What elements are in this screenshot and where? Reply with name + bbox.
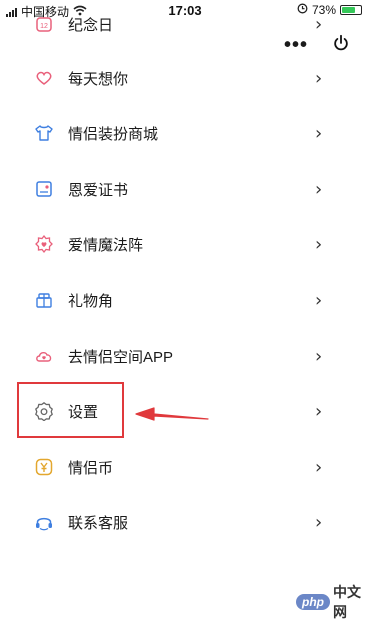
menu-item-couple-coins[interactable]: 情侣币 › — [0, 447, 370, 487]
menu-item-outfit-shop[interactable]: 情侣装扮商城 › — [0, 113, 370, 153]
menu-item-love-magic[interactable]: 爱情魔法阵 › — [0, 224, 370, 264]
certificate-icon — [36, 181, 52, 197]
yen-coin-icon — [35, 458, 53, 476]
menu-item-miss-you[interactable]: 每天想你 › — [0, 58, 370, 98]
menu-item-label: 去情侣空间APP — [68, 348, 174, 366]
highlight-box — [17, 382, 124, 438]
chevron-right-icon: › — [315, 67, 323, 89]
gear-heart-icon — [35, 234, 53, 254]
chevron-right-icon: › — [315, 345, 323, 367]
chevron-right-icon: › — [315, 122, 323, 144]
watermark: php 中文网 — [296, 582, 370, 622]
menu-item-label: 每天想你 — [68, 70, 129, 88]
calendar-icon: 12 — [36, 17, 52, 32]
chevron-right-icon: › — [315, 233, 323, 255]
menu-item-label: 纪念日 — [68, 16, 114, 34]
chevron-right-icon: › — [315, 289, 323, 311]
menu-item-label: 情侣装扮商城 — [68, 125, 159, 143]
menu-item-couple-space-app[interactable]: 去情侣空间APP › — [0, 336, 370, 376]
headset-icon — [36, 517, 52, 531]
pointer-arrow-icon — [135, 407, 209, 421]
menu-item-label: 礼物角 — [68, 292, 114, 310]
menu-item-label: 情侣币 — [68, 459, 114, 477]
cloud-heart-icon — [36, 351, 52, 362]
chevron-right-icon: › — [315, 178, 323, 200]
menu-item-label: 恩爱证书 — [68, 181, 129, 199]
menu-item-label: 爱情魔法阵 — [68, 236, 144, 254]
watermark-badge: php — [296, 594, 330, 610]
menu-item-label: 联系客服 — [68, 514, 129, 532]
menu-item-customer-service[interactable]: 联系客服 › — [0, 502, 370, 542]
menu-item-gift-corner[interactable]: 礼物角 › — [0, 280, 370, 320]
tshirt-icon — [35, 125, 53, 141]
chevron-right-icon: › — [315, 511, 323, 533]
menu-item-love-certificate[interactable]: 恩爱证书 › — [0, 169, 370, 209]
chevron-right-icon: › — [315, 456, 323, 478]
watermark-text: 中文网 — [333, 584, 361, 620]
menu-item-anniversary[interactable]: 12 纪念日 › — [0, 4, 370, 44]
svg-text:12: 12 — [40, 23, 48, 30]
chevron-right-icon: › — [315, 400, 323, 422]
heart-icon — [36, 71, 52, 85]
chevron-right-icon: › — [315, 13, 323, 35]
gift-icon — [36, 293, 52, 308]
